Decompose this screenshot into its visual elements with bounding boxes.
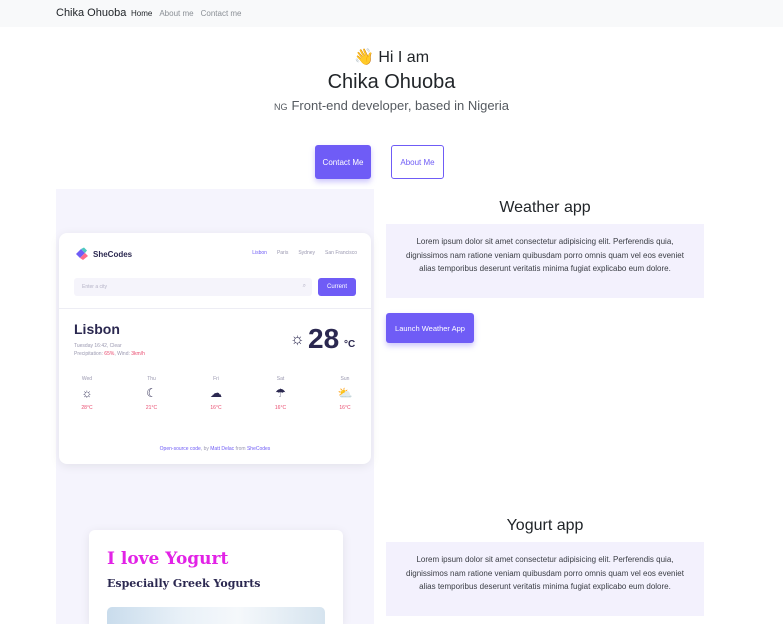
weather-app-title: Weather app xyxy=(499,199,591,216)
temperature-unit: °C xyxy=(344,339,356,350)
forecast-day: Sun ⛅ 16°C xyxy=(331,376,359,411)
city-search-field: Enter a city ⌕ xyxy=(74,278,312,296)
city-link-lisbon: Lisbon xyxy=(252,250,267,256)
shecodes-brand: SheCodes xyxy=(93,250,133,259)
yogurt-app-screenshot: I love Yogurt Especially Greek Yogurts xyxy=(89,530,343,624)
partly-cloudy-icon: ⛅ xyxy=(337,386,353,400)
wave-icon: 👋 xyxy=(353,49,374,66)
moon-icon: ☾ xyxy=(146,386,157,400)
hero-greeting: 👋 Hi I am xyxy=(0,47,783,67)
contact-me-button[interactable]: Contact Me xyxy=(315,145,371,179)
nav-link-home[interactable]: Home xyxy=(131,9,152,18)
city-link-sydney: Sydney xyxy=(298,250,316,256)
role-text: Front-end developer, based in Nigeria xyxy=(291,98,510,113)
launch-weather-app-button[interactable]: Launch Weather App xyxy=(386,313,474,343)
navbar-brand[interactable]: Chika Ohuoba xyxy=(56,7,126,19)
shecodes-logo-icon xyxy=(76,247,88,260)
divider xyxy=(59,308,371,309)
nav-links: Home About me Contact me xyxy=(131,9,242,18)
forecast-day: Fri ☁ 16°C xyxy=(202,376,230,411)
nav-link-about[interactable]: About me xyxy=(159,9,193,18)
search-icon: ⌕ xyxy=(302,283,306,289)
weather-conditions: Precipitation: 65%, Wind: 3km/h xyxy=(74,351,145,357)
cloud-icon: ☁ xyxy=(210,386,222,400)
hero-role: NG Front-end developer, based in Nigeria xyxy=(0,98,783,113)
weather-app-description: Lorem ipsum dolor sit amet consectetur a… xyxy=(386,224,704,298)
temperature-value: 28 xyxy=(308,323,340,354)
sun-icon: ☼ xyxy=(290,331,305,348)
hero-name: Chika Ohuoba xyxy=(327,71,456,93)
greeting-text: Hi I am xyxy=(378,49,430,66)
forecast-day: Wed ☼ 28°C xyxy=(73,376,101,411)
search-placeholder: Enter a city xyxy=(82,284,108,290)
city-link-paris: Paris xyxy=(276,250,289,256)
yogurt-app-title: Yogurt app xyxy=(506,517,584,534)
yogurt-image xyxy=(107,607,325,624)
weather-app-screenshot: SheCodes Lisbon Paris Sydney San Francis… xyxy=(59,233,371,464)
navbar: Chika Ohuoba Home About me Contact me xyxy=(0,0,783,27)
yogurt-app-description: Lorem ipsum dolor sit amet consectetur a… xyxy=(386,542,704,616)
sun-icon: ☼ xyxy=(81,386,93,400)
yogurt-subtitle: Especially Greek Yogurts xyxy=(107,577,261,590)
weather-details: Tuesday 16:42, Clear Precipitation: 65%,… xyxy=(74,342,145,358)
weather-city: Lisbon xyxy=(74,321,120,337)
nav-link-contact[interactable]: Contact me xyxy=(201,9,242,18)
forecast-day: Thu ☾ 21°C xyxy=(138,376,166,411)
rain-icon: ☂ xyxy=(275,386,286,400)
forecast-row: Wed ☼ 28°C Thu ☾ 21°C Fri ☁ 16°C Sat ☂ 1… xyxy=(73,376,359,411)
city-link-san-francisco: San Francisco xyxy=(325,250,357,256)
current-location-button: Current xyxy=(318,278,356,296)
nigeria-flag-icon: NG xyxy=(273,102,288,112)
about-me-button[interactable]: About Me xyxy=(391,145,444,179)
city-links: Lisbon Paris Sydney San Francisco xyxy=(252,250,357,256)
weather-footer: Open-source code, by Matt Delac from She… xyxy=(159,446,271,452)
weather-date: Tuesday 16:42, Clear xyxy=(74,343,122,349)
forecast-day: Sat ☂ 16°C xyxy=(267,376,295,411)
yogurt-title: I love Yogurt xyxy=(107,549,229,569)
